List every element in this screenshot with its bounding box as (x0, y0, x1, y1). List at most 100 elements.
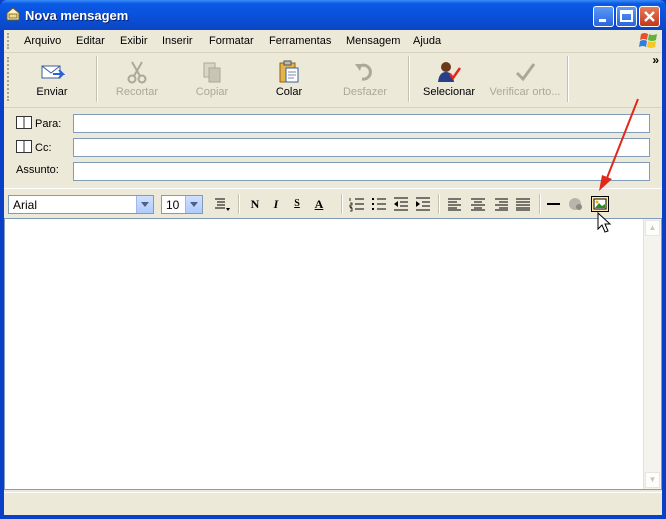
insert-picture-button[interactable] (591, 196, 609, 212)
select-recipients-button[interactable]: Selecionar (418, 56, 480, 104)
menu-formatar[interactable]: Formatar (209, 35, 254, 47)
subject-field[interactable] (73, 162, 650, 181)
toolbar-chevron[interactable]: » (652, 53, 658, 67)
spell-check-label: Verificar orto... (489, 86, 561, 98)
to-label-text: Para: (35, 118, 62, 130)
align-left-button[interactable] (446, 196, 464, 212)
decrease-indent-icon (394, 197, 408, 211)
chevron-down-icon[interactable] (136, 196, 153, 213)
horizontal-line-icon (547, 203, 560, 205)
align-center-icon (471, 198, 485, 211)
copy-button[interactable]: Copiar (184, 56, 240, 104)
menu-bar: Arquivo Editar Exibir Inserir Formatar F… (4, 30, 662, 53)
menu-editar[interactable]: Editar (76, 35, 105, 47)
send-mail-icon (41, 65, 65, 79)
font-value: Arial (13, 198, 38, 212)
format-toolbar: Arial 10 N I S A (4, 188, 662, 219)
font-color-button[interactable]: A (310, 196, 328, 212)
paste-button[interactable]: Colar (262, 56, 316, 104)
numbered-list-icon (349, 198, 364, 212)
spell-check-icon (515, 63, 536, 82)
paste-label: Colar (275, 86, 303, 98)
menu-ajuda[interactable]: Ajuda (413, 35, 441, 47)
menu-exibir[interactable]: Exibir (120, 35, 148, 47)
align-right-icon (495, 198, 508, 211)
message-header: Para: Cc: Assunto: (4, 108, 662, 188)
justify-icon (516, 198, 530, 211)
menu-arquivo[interactable]: Arquivo (24, 35, 61, 47)
justify-button[interactable] (514, 196, 532, 212)
undo-label: Desfazer (342, 86, 388, 98)
menu-mensagem[interactable]: Mensagem (346, 35, 400, 47)
title-bar[interactable]: Nova mensagem (0, 0, 666, 30)
close-button[interactable] (639, 6, 660, 27)
copy-icon (203, 62, 221, 83)
italic-button[interactable]: I (267, 196, 285, 212)
numbered-list-button[interactable] (348, 196, 366, 212)
spell-check-button[interactable]: Verificar orto... (486, 56, 564, 104)
menu-ferramentas[interactable]: Ferramentas (269, 35, 331, 47)
copy-label: Copiar (195, 86, 229, 98)
send-label: Enviar (36, 86, 68, 98)
maximize-icon (620, 10, 633, 22)
toolbar-separator (567, 56, 569, 102)
underline-button[interactable]: S (288, 196, 306, 212)
align-center-button[interactable] (469, 196, 487, 212)
scissors-icon (127, 61, 147, 84)
send-button[interactable]: Enviar (22, 56, 82, 104)
chevron-down-icon[interactable] (185, 196, 202, 213)
standard-toolbar: Enviar Recortar Copiar Colar Desfazer Se… (4, 53, 662, 108)
scroll-up-arrow-icon[interactable]: ▲ (645, 220, 660, 236)
window-frame: Arquivo Editar Exibir Inserir Formatar F… (4, 30, 662, 515)
annotation-arrow-icon (599, 98, 639, 191)
globe-link-icon (569, 198, 582, 210)
toolbar-grip[interactable] (7, 57, 12, 101)
bold-button[interactable]: N (246, 196, 264, 212)
align-right-button[interactable] (492, 196, 510, 212)
font-select[interactable]: Arial (8, 195, 154, 214)
align-left-icon (448, 198, 461, 211)
format-separator (539, 194, 541, 214)
window: Nova mensagem Arquivo Editar Exibir Inse… (0, 0, 666, 519)
cc-field[interactable] (73, 138, 650, 157)
scroll-down-arrow-icon[interactable]: ▼ (645, 472, 660, 488)
bullet-list-icon (372, 198, 386, 210)
address-book-icon (16, 140, 32, 153)
horizontal-line-button[interactable] (545, 196, 563, 212)
format-separator (341, 194, 343, 214)
message-body[interactable]: ▲ ▼ (4, 218, 662, 490)
decrease-indent-button[interactable] (392, 196, 410, 212)
cut-label: Recortar (115, 86, 159, 98)
undo-icon (355, 63, 372, 81)
cc-label-text: Cc: (35, 142, 52, 154)
bullet-list-button[interactable] (370, 196, 388, 212)
increase-indent-button[interactable] (414, 196, 432, 212)
increase-indent-icon (416, 197, 430, 211)
insert-hyperlink-button[interactable] (567, 196, 585, 212)
to-field[interactable] (73, 114, 650, 133)
toolbar-separator (408, 56, 410, 102)
minimize-icon (599, 19, 606, 22)
undo-button[interactable]: Desfazer (334, 56, 396, 104)
font-size-select[interactable]: 10 (161, 195, 203, 214)
status-bar (4, 492, 662, 515)
menu-inserir[interactable]: Inserir (162, 35, 193, 47)
address-book-icon (16, 116, 32, 129)
toolbar-separator (96, 56, 98, 102)
cc-label[interactable]: Cc: (16, 140, 52, 154)
menu-grip[interactable] (7, 33, 12, 49)
paragraph-style-button[interactable] (213, 196, 231, 212)
window-title: Nova mensagem (25, 8, 129, 23)
maximize-button[interactable] (616, 6, 637, 27)
close-icon (644, 11, 655, 22)
vertical-scrollbar[interactable]: ▲ ▼ (643, 219, 661, 489)
to-label[interactable]: Para: (16, 116, 61, 130)
font-size-value: 10 (166, 198, 180, 212)
paragraph-style-icon (215, 198, 230, 211)
minimize-button[interactable] (593, 6, 614, 27)
format-separator (238, 194, 240, 214)
insert-picture-icon (593, 198, 607, 210)
cut-button[interactable]: Recortar (107, 56, 167, 104)
subject-label: Assunto: (16, 164, 59, 176)
format-separator (438, 194, 440, 214)
